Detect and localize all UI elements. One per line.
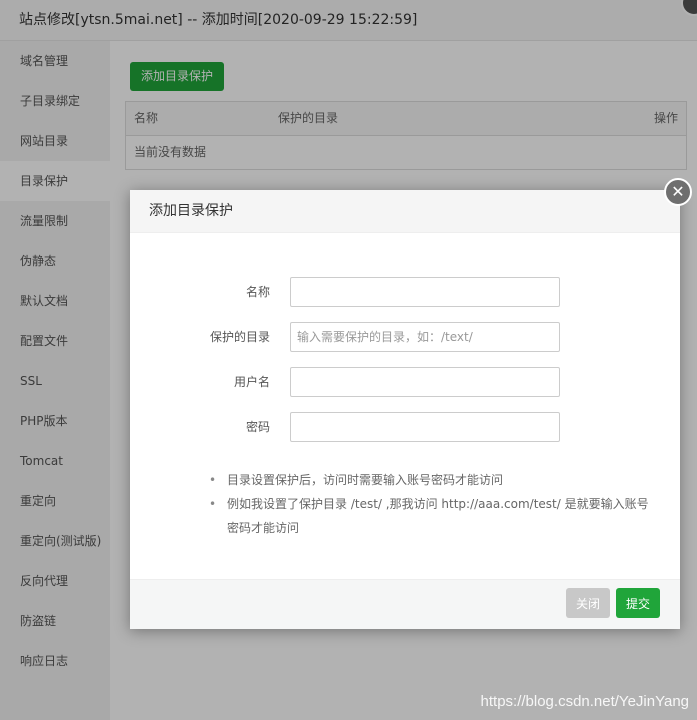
password-input[interactable] [290,412,560,442]
add-dir-protect-dialog: 添加目录保护 ✕ 名称 保护的目录 用户名 密码 目录设置保护后，访问时需要输入… [130,178,692,629]
form-row-password: 密码 [130,412,680,442]
tip-item: 例如我设置了保护目录 /test/ ,那我访问 http://aaa.com/t… [209,492,659,540]
close-button[interactable]: 关闭 [565,588,610,618]
form-row-username: 用户名 [130,367,680,397]
submit-button[interactable]: 提交 [615,588,660,618]
dir-label: 保护的目录 [209,330,270,344]
dialog-header: 添加目录保护 [130,190,680,233]
name-input[interactable] [290,277,560,307]
tips-list: 目录设置保护后，访问时需要输入账号密码才能访问 例如我设置了保护目录 /test… [209,468,659,540]
password-label: 密码 [245,420,270,434]
form-row-name: 名称 [130,277,680,307]
watermark-text: https://blog.csdn.net/YeJinYang [480,693,689,710]
dir-input[interactable] [290,322,560,352]
tip-item: 目录设置保护后，访问时需要输入账号密码才能访问 [209,468,659,492]
dialog-close-icon[interactable]: ✕ [664,178,692,206]
dialog-title: 添加目录保护 [149,203,233,219]
dialog-footer: 关闭 提交 [130,579,680,629]
username-label: 用户名 [233,375,270,389]
form-row-dir: 保护的目录 [130,322,680,352]
name-label: 名称 [245,285,270,299]
username-input[interactable] [290,367,560,397]
